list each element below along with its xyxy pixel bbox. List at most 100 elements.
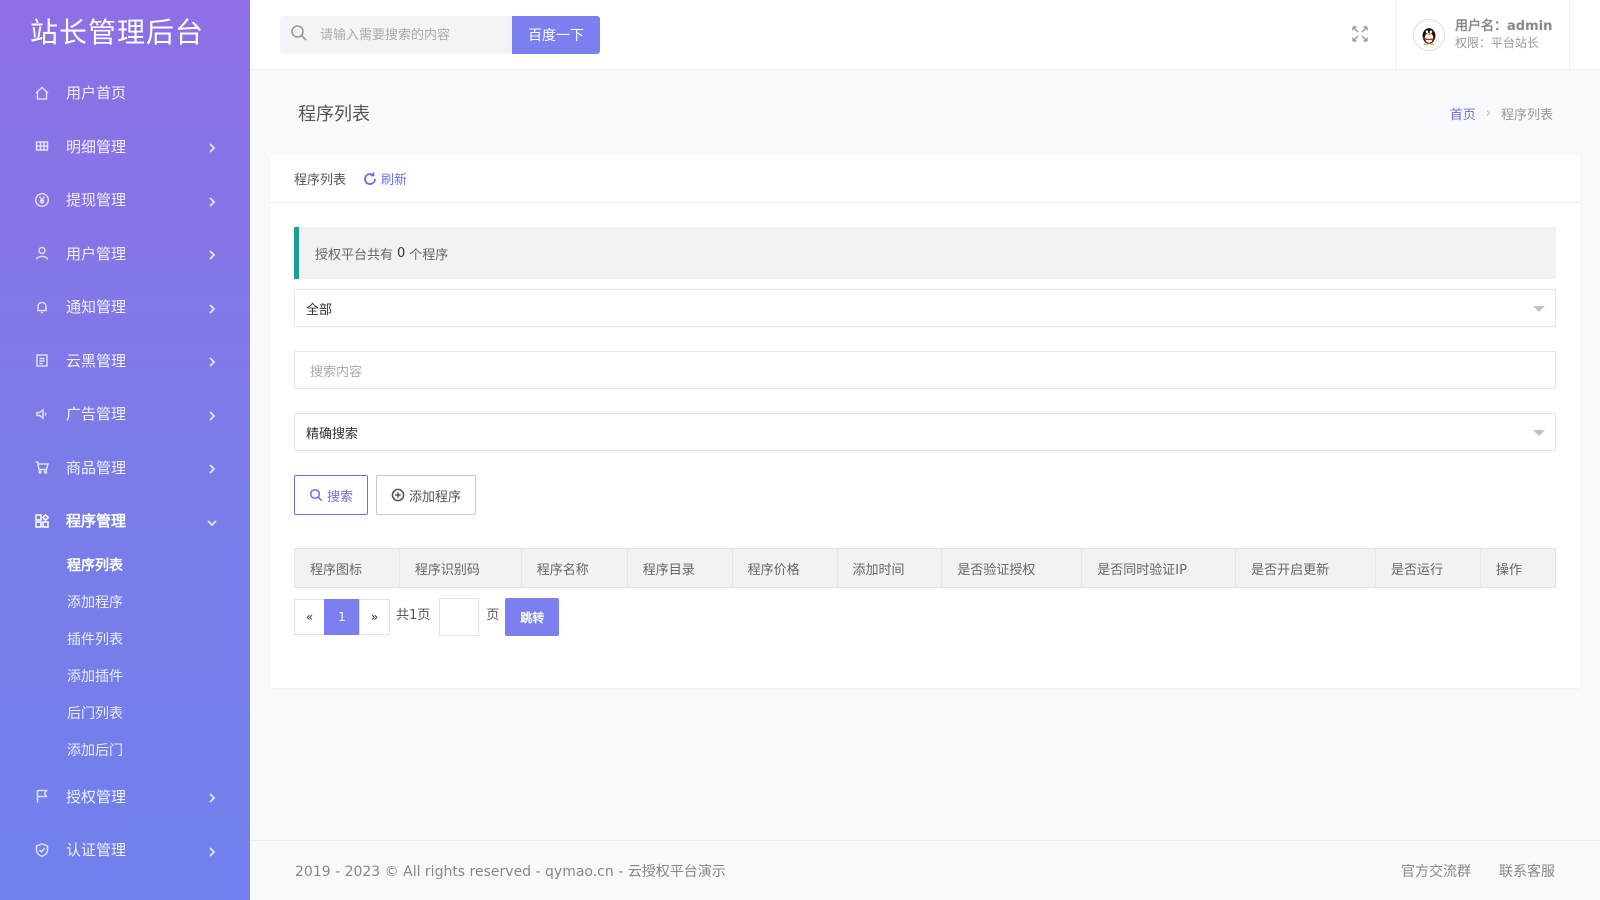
user-info: 用户名：admin 权限：平台站长 [1455,19,1552,51]
column-header: 程序图标 [294,548,400,588]
header-search-button[interactable]: 百度一下 [512,16,600,54]
sidebar-submenu-programs: 程序列表 添加程序 插件列表 添加插件 后门列表 添加后门 [0,548,250,770]
sidebar-item-programs[interactable]: 程序管理 [0,494,250,548]
search-icon [309,488,323,502]
search-button[interactable]: 搜索 [294,475,369,515]
chevron-right-icon [206,844,218,857]
footer-link-group[interactable]: 官方交流群 [1401,861,1471,881]
refresh-button[interactable]: 刷新 [362,169,407,188]
search-content-placeholder: 搜索内容 [310,364,363,380]
search-mode-select-value: 精确搜索 [306,426,359,442]
breadcrumb-separator: › [1485,106,1491,121]
search-content-input[interactable]: 搜索内容 [294,351,1556,389]
chevron-right-icon [206,140,218,153]
submenu-backdoor-list[interactable]: 后门列表 [67,696,250,733]
chevron-right-icon [206,301,218,314]
program-table: 程序图标 程序识别码 程序名称 程序目录 程序价格 添加时间 是否验证授权 是否… [294,548,1557,588]
pager-jump-button[interactable]: 跳转 [505,598,560,636]
plus-circle-icon [391,488,405,502]
penguin-icon [1422,28,1436,45]
pager-unit-label: 页 [486,608,500,623]
pager-page-current[interactable]: 1 [324,599,360,635]
submenu-add-backdoor[interactable]: 添加后门 [67,733,250,770]
pager-prev-button[interactable]: « [294,599,325,635]
sidebar-item-withdraw[interactable]: 提现管理 [0,173,250,227]
footer-link-support[interactable]: 联系客服 [1499,861,1555,881]
app-logo: 站长管理后台 [30,16,205,49]
sidebar-item-cloud-black[interactable]: 云黑管理 [0,334,250,388]
column-header: 是否验证授权 [941,548,1083,588]
user-icon [34,245,50,261]
column-header: 程序名称 [520,548,628,588]
caret-down-icon [1533,430,1545,436]
speaker-icon [34,406,50,422]
pagination: « 1 » 共1页 页 跳转 [294,598,1556,636]
sidebar-item-goods[interactable]: 商品管理 [0,441,250,495]
table-icon [34,138,50,154]
table-header-row: 程序图标 程序识别码 程序名称 程序目录 程序价格 添加时间 是否验证授权 是否… [294,548,1557,588]
chevron-right-icon [206,461,218,474]
category-select[interactable]: 全部 [294,289,1556,327]
sidebar-item-label: 用户首页 [66,84,127,103]
chevron-right-icon [206,408,218,421]
home-icon [34,85,50,101]
action-buttons: 搜索 添加程序 [294,475,1556,515]
breadcrumb-home-link[interactable]: 首页 [1450,104,1476,123]
bell-icon [34,299,50,315]
search-mode-select[interactable]: 精确搜索 [294,413,1556,451]
pager-next-button[interactable]: » [359,599,390,635]
sidebar-item-label: 通知管理 [66,298,127,317]
cart-icon [34,459,50,475]
sidebar: 站长管理后台 用户首页 明细管理 提现管理 用户管理 通知管理 云黑管理 广告管… [0,0,250,900]
card-title: 程序列表 [294,173,347,188]
sidebar-item-label: 商品管理 [66,458,127,477]
sidebar-item-details[interactable]: 明细管理 [0,120,250,174]
sidebar-item-ads[interactable]: 广告管理 [0,387,250,441]
header-search: 百度一下 [280,16,600,54]
avatar [1413,19,1445,51]
fullscreen-icon[interactable] [1350,24,1370,44]
notice-count: 0 [397,245,406,261]
column-header: 添加时间 [836,548,943,588]
shield-icon [34,842,50,858]
sidebar-item-label: 用户管理 [66,244,127,263]
category-select-value: 全部 [306,302,333,318]
sidebar-item-label: 广告管理 [66,405,127,424]
chevron-down-icon [206,515,218,527]
add-program-button[interactable]: 添加程序 [376,475,477,515]
submenu-add-program[interactable]: 添加程序 [67,585,250,622]
user-panel[interactable]: 用户名：admin 权限：平台站长 [1396,0,1570,70]
refresh-label: 刷新 [381,173,408,188]
sidebar-item-verify[interactable]: 认证管理 [0,823,250,877]
submenu-add-plugin[interactable]: 添加插件 [67,659,250,696]
column-header: 操作 [1479,548,1557,588]
notice-prefix: 授权平台共有 [315,247,394,263]
chevron-right-icon [206,354,218,367]
column-header: 是否运行 [1375,548,1481,588]
program-count-notice: 授权平台共有 0 个程序 [294,227,1556,279]
sidebar-item-license[interactable]: 授权管理 [0,770,250,824]
submenu-plugin-list[interactable]: 插件列表 [67,622,250,659]
column-header: 是否同时验证IP [1081,548,1237,588]
header-search-input[interactable] [320,27,500,43]
caret-down-icon [1533,306,1545,312]
chevron-right-icon [206,247,218,260]
sidebar-item-home[interactable]: 用户首页 [0,66,250,120]
refresh-icon [364,172,376,185]
sidebar-item-users[interactable]: 用户管理 [0,227,250,281]
chevron-right-icon [206,790,218,803]
clipboard-icon [34,352,50,368]
yen-icon [34,192,50,208]
card-header: 程序列表 刷新 [270,155,1580,203]
sidebar-item-notify[interactable]: 通知管理 [0,280,250,334]
program-list-card: 程序列表 刷新 授权平台共有 0 个程序 全部 搜索内容 精确搜索 搜索 添加程… [270,155,1580,688]
column-header: 是否开启更新 [1235,548,1377,588]
pager-jump-input[interactable] [439,598,480,636]
submenu-program-list[interactable]: 程序列表 [67,548,250,585]
search-icon [290,24,308,46]
role-label: 权限：平台站长 [1455,36,1540,50]
page-title: 程序列表 [298,104,370,125]
breadcrumb: 首页 › 程序列表 [1450,104,1553,123]
add-program-label: 添加程序 [409,489,462,505]
column-header: 程序价格 [731,548,838,588]
